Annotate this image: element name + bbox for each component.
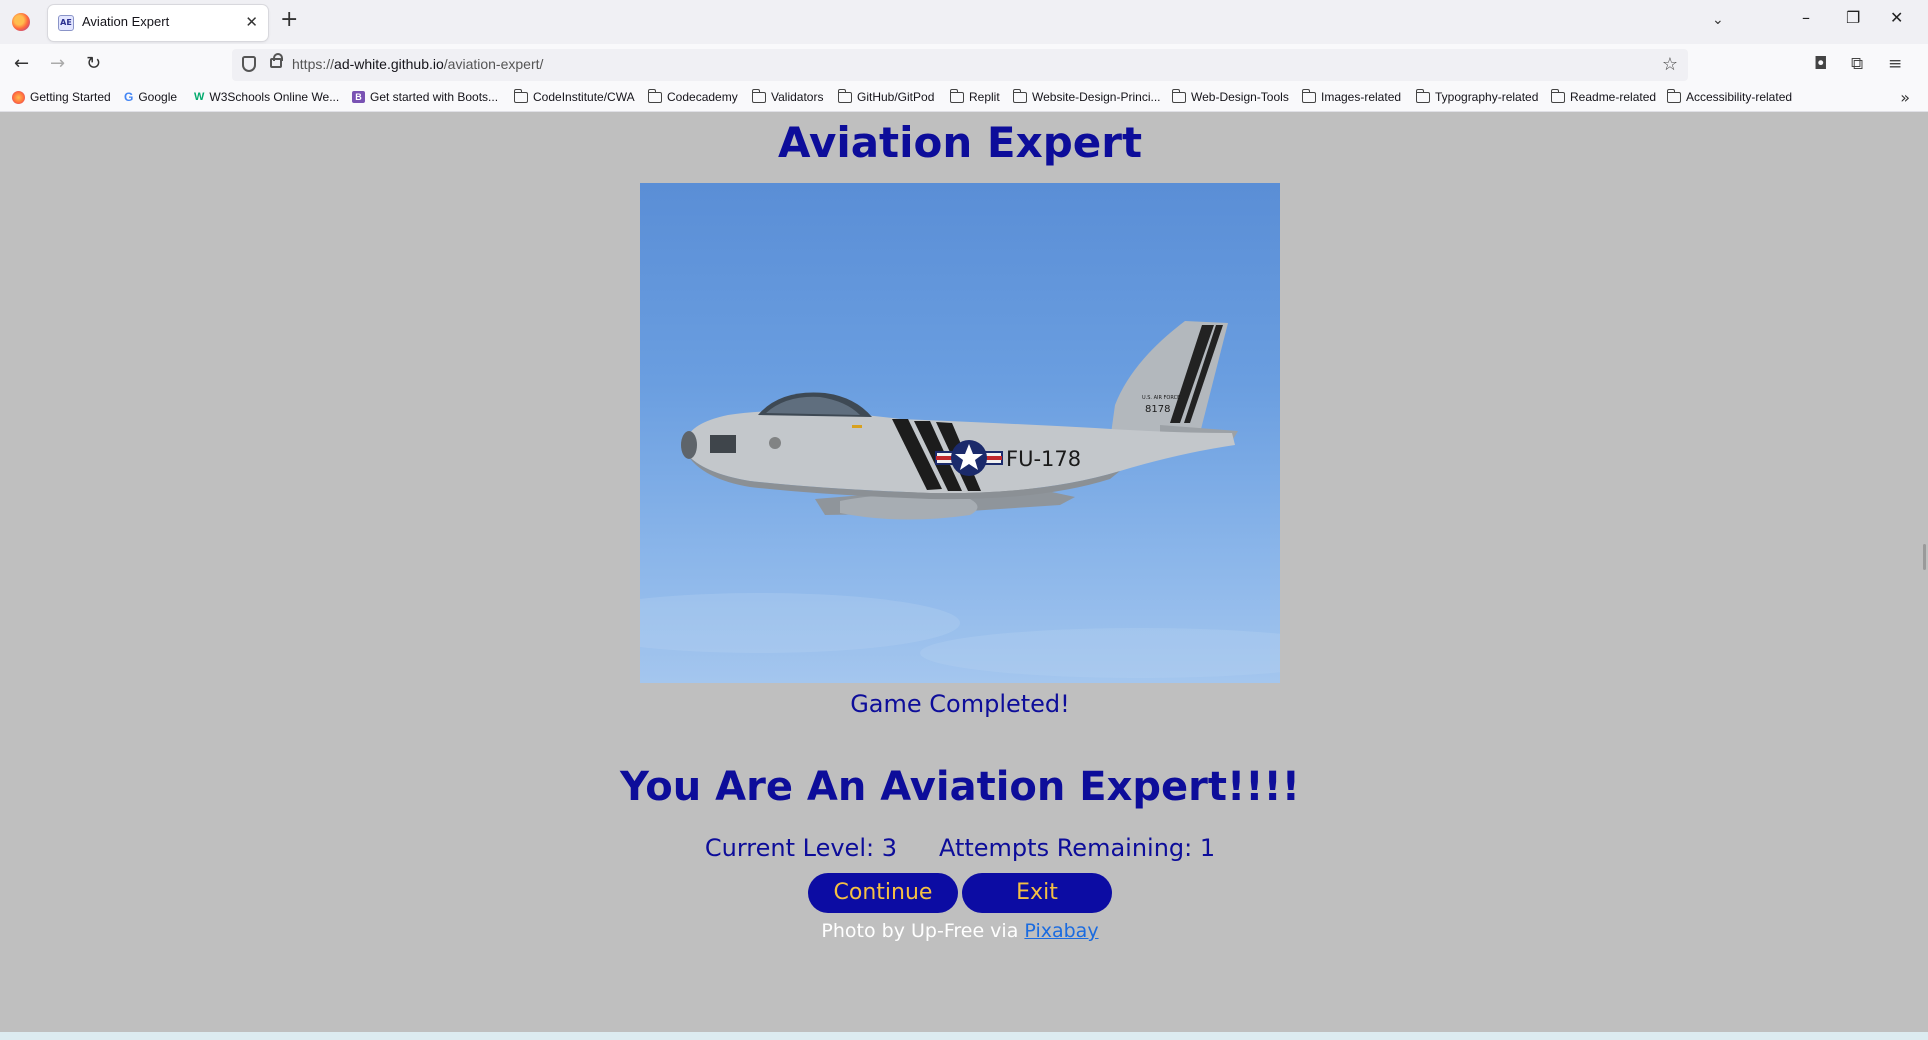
bookmark-label: Typography-related <box>1435 90 1539 104</box>
w3schools-icon: W <box>194 91 205 103</box>
bookmark-label: Web-Design-Tools <box>1191 90 1289 104</box>
tab-favicon-icon: AE <box>58 15 74 31</box>
bookmark-folder-website-design[interactable]: Website-Design-Princi... <box>1012 88 1161 104</box>
bookmark-w3schools[interactable]: W W3Schools Online We... <box>194 90 339 104</box>
folder-icon <box>949 88 964 103</box>
menu-hamburger-icon[interactable]: ≡ <box>1888 54 1902 74</box>
lock-icon[interactable] <box>270 53 283 68</box>
back-arrow-icon[interactable]: ← <box>14 53 29 75</box>
action-buttons: Continue Exit <box>808 873 1112 913</box>
scrollbar-thumb[interactable] <box>1923 544 1926 570</box>
folder-icon <box>837 88 852 103</box>
bookmark-label: GitHub/GitPod <box>857 90 935 104</box>
window-close-icon[interactable]: ✕ <box>1890 8 1903 28</box>
bookmark-bootstrap[interactable]: B Get started with Boots... <box>352 90 498 104</box>
bookmark-label: Readme-related <box>1570 90 1657 104</box>
jet-aircraft-image: FU-178 8178 U.S. AIR FORCE <box>640 321 1280 678</box>
bookmark-folder-github[interactable]: GitHub/GitPod <box>837 88 935 104</box>
folder-icon <box>1415 88 1430 103</box>
pocket-icon[interactable]: ◘ <box>1814 54 1827 74</box>
bookmark-folder-codeinstitute[interactable]: CodeInstitute/CWA <box>513 88 635 104</box>
bookmark-folder-web-design-tools[interactable]: Web-Design-Tools <box>1171 88 1289 104</box>
navigation-toolbar: ← → ↻ https://ad-white.github.io/aviatio… <box>0 44 1928 86</box>
continue-button[interactable]: Continue <box>808 873 958 913</box>
folder-icon <box>1666 88 1681 103</box>
tail-code-text: FU-178 <box>1006 447 1081 471</box>
close-icon[interactable]: ✕ <box>245 13 258 31</box>
folder-icon <box>647 88 662 103</box>
page-title: Aviation Expert <box>777 118 1143 167</box>
exit-button[interactable]: Exit <box>962 873 1112 913</box>
url-host: ad-white.github.io <box>334 56 444 72</box>
reload-icon[interactable]: ↻ <box>86 53 101 75</box>
bookmark-folder-validators[interactable]: Validators <box>751 88 824 104</box>
tail-usaf-text: U.S. AIR FORCE <box>1142 395 1180 401</box>
tab-title: Aviation Expert <box>82 14 170 29</box>
url-prefix: https:// <box>292 56 335 72</box>
bookmark-label: W3Schools Online We... <box>209 90 340 104</box>
pixabay-link[interactable]: Pixabay <box>1024 920 1098 942</box>
chevron-double-right-icon[interactable]: » <box>1900 88 1910 107</box>
bookmark-folder-typography[interactable]: Typography-related <box>1415 88 1539 104</box>
current-level-text: Current Level: 3 <box>704 834 897 862</box>
bookmark-folder-accessibility[interactable]: Accessibility-related <box>1666 88 1793 104</box>
page-content: Aviation Expert FU-178 8178 U.S. AIR FOR… <box>0 112 1928 1032</box>
game-status-text: Game Completed! <box>850 690 1070 718</box>
url-bar[interactable]: https://ad-white.github.io/aviation-expe… <box>232 49 1688 81</box>
url-path: /aviation-expert/ <box>443 56 544 72</box>
aircraft-photo: FU-178 8178 U.S. AIR FORCE <box>640 183 1280 683</box>
bookmark-label: CodeInstitute/CWA <box>533 90 635 104</box>
bookmark-star-icon[interactable]: ☆ <box>1662 54 1678 75</box>
result-message: You Are An Aviation Expert!!!! <box>620 764 1300 810</box>
bookmark-label: Getting Started <box>30 90 111 104</box>
folder-icon <box>1012 88 1027 103</box>
folder-icon <box>1171 88 1186 103</box>
bookmark-getting-started[interactable]: Getting Started <box>12 90 111 104</box>
google-icon: G <box>124 90 134 104</box>
folder-icon <box>1301 88 1316 103</box>
new-tab-plus-icon[interactable]: + <box>280 8 298 32</box>
bookmark-label: Codecademy <box>667 90 738 104</box>
chevron-down-icon[interactable]: ⌄ <box>1712 12 1724 28</box>
forward-arrow-icon[interactable]: → <box>50 53 65 75</box>
bookmark-folder-images[interactable]: Images-related <box>1301 88 1402 104</box>
bookmark-folder-readme[interactable]: Readme-related <box>1550 88 1657 104</box>
tracking-shield-icon[interactable] <box>242 56 256 72</box>
extensions-icon[interactable]: ⧉ <box>1851 54 1863 74</box>
bookmark-label: Images-related <box>1321 90 1402 104</box>
game-stats: Current Level: 3 Attempts Remaining: 1 <box>0 834 1920 862</box>
bookmark-google[interactable]: G Google <box>124 90 177 104</box>
bootstrap-icon: B <box>352 91 365 103</box>
bookmark-label: Get started with Boots... <box>370 90 499 104</box>
bookmark-label: Replit <box>969 90 1000 104</box>
firefox-icon <box>12 90 25 104</box>
bookmark-label: Google <box>138 90 178 104</box>
bookmark-folder-replit[interactable]: Replit <box>949 88 1000 104</box>
folder-icon <box>1550 88 1565 103</box>
tail-number-text: 8178 <box>1145 404 1170 415</box>
folder-icon <box>513 88 528 103</box>
attempts-remaining-text: Attempts Remaining: 1 <box>938 834 1216 862</box>
photo-credit: Photo by Up-Free via Pixabay <box>0 920 1920 942</box>
bookmarks-toolbar: Getting Started G Google W W3Schools Onlin… <box>0 86 1928 112</box>
bookmark-label: Validators <box>771 90 824 104</box>
restore-icon[interactable]: ❐ <box>1846 8 1860 28</box>
tab-aviation-expert[interactable]: AE Aviation Expert ✕ <box>48 5 268 41</box>
credit-text: Photo by Up-Free via <box>821 920 1025 942</box>
firefox-logo-icon[interactable] <box>12 13 30 31</box>
bottom-edge-strip <box>0 1032 1928 1040</box>
minimize-icon[interactable]: – <box>1802 8 1810 28</box>
bookmark-label: Accessibility-related <box>1686 90 1793 104</box>
tab-strip: AE Aviation Expert ✕ + ⌄ – ❐ ✕ <box>0 0 1928 44</box>
bookmark-label: Website-Design-Princi... <box>1032 90 1161 104</box>
bookmark-folder-codecademy[interactable]: Codecademy <box>647 88 738 104</box>
url-text[interactable]: https://ad-white.github.io/aviation-expe… <box>292 56 543 72</box>
folder-icon <box>751 88 766 103</box>
